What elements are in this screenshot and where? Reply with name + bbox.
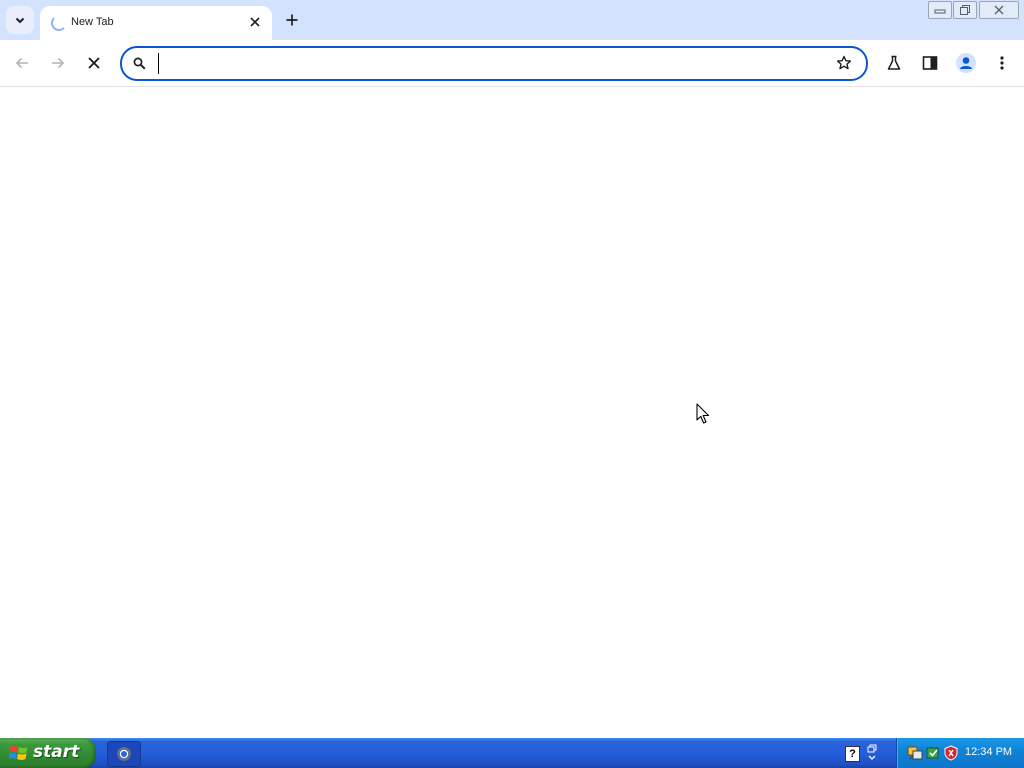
profile-icon xyxy=(956,53,976,73)
text-caret xyxy=(158,53,159,74)
start-button[interactable]: start xyxy=(0,738,96,768)
chevron-down-icon xyxy=(15,17,25,24)
minimize-icon xyxy=(934,9,946,14)
stop-icon xyxy=(88,57,100,69)
more-menu-icon xyxy=(1000,56,1004,70)
restore-button[interactable] xyxy=(953,1,977,19)
bookmark-star-icon[interactable] xyxy=(836,55,852,71)
search-icon xyxy=(133,57,146,70)
update-icon[interactable] xyxy=(925,745,941,761)
tab-strip: New Tab xyxy=(0,0,1024,40)
side-panel-button[interactable] xyxy=(918,51,942,75)
mouse-pointer-icon xyxy=(696,403,710,424)
tab-close-button[interactable] xyxy=(246,13,264,31)
window-close-button[interactable] xyxy=(979,1,1019,19)
help-icon[interactable]: ? xyxy=(845,746,860,762)
browser-toolbar xyxy=(0,40,1024,87)
network-icon[interactable] xyxy=(907,745,923,761)
taskbar-clock[interactable]: 12:34 PM xyxy=(965,746,1012,758)
loading-spinner-icon xyxy=(51,15,67,31)
system-tray: 12:34 PM xyxy=(896,738,1024,768)
more-menu-button[interactable] xyxy=(990,51,1014,75)
labs-flask-icon xyxy=(887,55,901,70)
tab-search-button[interactable] xyxy=(6,6,34,34)
address-bar[interactable] xyxy=(120,46,868,81)
new-tab-button[interactable] xyxy=(281,9,303,31)
chrome-icon xyxy=(117,747,131,761)
labs-button[interactable] xyxy=(882,51,906,75)
stop-loading-button[interactable] xyxy=(82,51,106,75)
taskbar: start ? 12:34 PM xyxy=(0,738,1024,768)
start-label: start xyxy=(33,742,80,762)
restore-icon xyxy=(960,5,970,15)
taskbar-chrome-item[interactable] xyxy=(107,741,141,767)
close-icon xyxy=(250,17,260,27)
tab-title: New Tab xyxy=(71,16,114,28)
window-close-icon xyxy=(994,5,1004,15)
plus-icon xyxy=(286,14,298,26)
forward-button[interactable] xyxy=(46,51,70,75)
profile-button[interactable] xyxy=(954,51,978,75)
back-button[interactable] xyxy=(10,51,34,75)
tab-new-tab[interactable]: New Tab xyxy=(40,6,272,40)
forward-arrow-icon xyxy=(52,57,65,69)
back-arrow-icon xyxy=(15,57,28,69)
side-panel-icon xyxy=(922,56,938,70)
windows-flag-icon xyxy=(9,746,28,760)
tray-toggle-icon[interactable] xyxy=(866,744,878,762)
address-input[interactable] xyxy=(156,53,820,75)
minimize-button[interactable] xyxy=(928,1,952,19)
security-shield-icon[interactable] xyxy=(943,745,959,761)
page-content xyxy=(0,87,1024,738)
